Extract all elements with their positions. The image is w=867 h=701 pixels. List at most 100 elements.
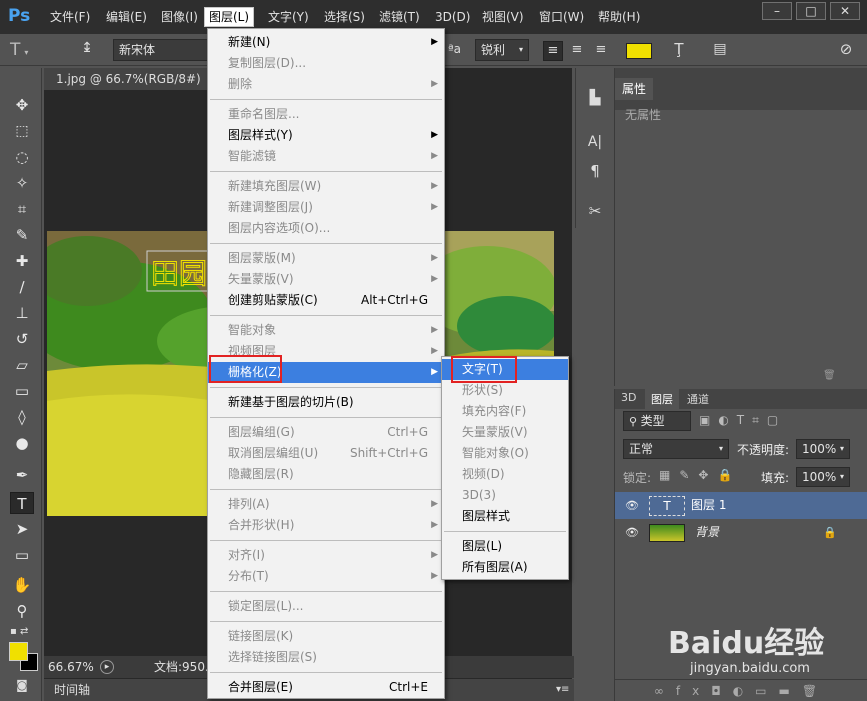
eyedropper-tool-icon[interactable]: ✎ xyxy=(10,224,34,246)
layer-menu-item[interactable]: 新建(N) ▶ xyxy=(208,32,444,53)
menu-0[interactable]: 文件(F) xyxy=(50,8,90,26)
layers-footer-icons[interactable]: ∞fx◘◐▭▬🗑 xyxy=(615,679,867,701)
tab-properties[interactable]: 属性 xyxy=(615,78,654,100)
layer-row-text[interactable]: 👁 T 图层 1 xyxy=(615,492,867,519)
font-family-field[interactable]: 新宋体 xyxy=(113,39,208,61)
layer-menu-item[interactable]: 新建调整图层(J) ▶ xyxy=(208,197,444,218)
tab-channels[interactable]: 通道 xyxy=(687,391,709,407)
menu-10[interactable]: 帮助(H) xyxy=(598,8,640,26)
layer-menu-item[interactable]: 删除 ▶ xyxy=(208,74,444,95)
rasterize-submenu-item[interactable]: 图层样式 xyxy=(442,506,568,527)
layer-menu-item[interactable]: 对齐(I) ▶ xyxy=(208,545,444,566)
layer-menu-item[interactable]: 智能滤镜 ▶ xyxy=(208,146,444,167)
rasterize-submenu-item[interactable]: 所有图层(A) xyxy=(442,557,568,578)
swap-colors-icon[interactable]: ▪ ⇄ xyxy=(10,626,34,638)
history-brush-tool-icon[interactable]: ↺ xyxy=(10,328,34,350)
gradient-tool-icon[interactable]: ▭ xyxy=(10,380,34,402)
magic-wand-tool-icon[interactable]: ✧ xyxy=(10,172,34,194)
zoom-tool-icon[interactable]: ⚲ xyxy=(10,600,34,622)
warp-text-icon[interactable]: Ţ xyxy=(668,40,690,62)
text-color-swatch[interactable] xyxy=(626,43,652,59)
dodge-tool-icon[interactable]: ● xyxy=(10,432,34,454)
lasso-tool-icon[interactable]: ◌ xyxy=(10,146,34,168)
menu-4[interactable]: 文字(Y) xyxy=(268,8,309,26)
layer-row-background[interactable]: 👁 背景 🔒 xyxy=(615,519,867,546)
layer-menu-item[interactable]: 图层样式(Y) ▶ xyxy=(208,125,444,146)
marquee-tool-icon[interactable]: ⬚ xyxy=(10,120,34,142)
layer-menu-item[interactable]: 矢量蒙版(V) ▶ xyxy=(208,269,444,290)
menu-9[interactable]: 窗口(W) xyxy=(539,8,584,26)
rasterize-submenu-item[interactable]: 形状(S) xyxy=(442,380,568,401)
history-panel-icon[interactable]: ▙ xyxy=(584,90,606,112)
rasterize-submenu-item[interactable]: 智能对象(O) xyxy=(442,443,568,464)
eraser-tool-icon[interactable]: ▱ xyxy=(10,354,34,376)
blend-mode-select[interactable]: 正常 ▾ xyxy=(623,439,729,459)
layer-menu-item[interactable]: 图层蒙版(M) ▶ xyxy=(208,248,444,269)
menu-5[interactable]: 选择(S) xyxy=(324,8,365,26)
layer-menu-item[interactable]: 分布(T) ▶ xyxy=(208,566,444,587)
rasterize-submenu-item[interactable]: 视频(D) xyxy=(442,464,568,485)
layer-menu-item[interactable]: 锁定图层(L)... xyxy=(208,596,444,617)
text-orientation-icon[interactable]: ↨ xyxy=(76,40,98,60)
menu-3[interactable]: 图层(L) xyxy=(204,7,255,27)
type-tool-icon[interactable]: T xyxy=(10,492,34,514)
document-tab[interactable]: 1.jpg @ 66.7%(RGB/8#) xyxy=(44,68,209,90)
rasterize-submenu-item[interactable]: 图层(L) xyxy=(442,536,568,557)
rasterize-submenu-item[interactable]: 矢量蒙版(V) xyxy=(442,422,568,443)
quick-mask-icon[interactable]: ◙ xyxy=(12,678,32,696)
opacity-field[interactable]: 100% ▾ xyxy=(796,439,850,459)
menu-6[interactable]: 滤镜(T) xyxy=(379,8,420,26)
cancel-icon[interactable]: ⊘ xyxy=(836,40,856,60)
pen-tool-icon[interactable]: ✒ xyxy=(10,464,34,486)
hand-tool-icon[interactable]: ✋ xyxy=(10,574,34,596)
character-panel-icon[interactable]: ▤ xyxy=(709,41,731,63)
brush-tool-icon[interactable]: ∕ xyxy=(10,276,34,298)
layer-menu-item[interactable]: 图层内容选项(O)... xyxy=(208,218,444,239)
close-window-button[interactable]: ✕ xyxy=(830,2,860,20)
blur-tool-icon[interactable]: ◊ xyxy=(10,406,34,428)
align-center-icon[interactable]: ≡ xyxy=(567,41,587,61)
rasterize-submenu-item[interactable]: 填充内容(F) xyxy=(442,401,568,422)
eye-icon[interactable]: 👁 xyxy=(625,492,639,519)
layer-menu-item[interactable]: 新建填充图层(W) ▶ xyxy=(208,176,444,197)
layer-filter-icons[interactable]: ▣◐T⌗▢ xyxy=(699,413,859,431)
layer-menu-item[interactable]: 新建基于图层的切片(B) xyxy=(208,392,444,413)
align-left-icon[interactable]: ≡ xyxy=(543,41,563,61)
healing-brush-tool-icon[interactable]: ✚ xyxy=(10,250,34,272)
paragraph-panel-icon[interactable]: ¶ xyxy=(584,162,606,184)
layer-menu-item[interactable]: 复制图层(D)... xyxy=(208,53,444,74)
tool-presets-icon[interactable]: ✂ xyxy=(584,202,606,224)
panel-menu-icon[interactable]: ▾≡ xyxy=(556,679,569,701)
layer-menu-item[interactable]: 图层编组(G) Ctrl+G xyxy=(208,422,444,443)
status-menu-icon[interactable]: ▸ xyxy=(100,660,114,674)
character-panel-icon[interactable]: A| xyxy=(584,134,606,156)
crop-tool-icon[interactable]: ⌗ xyxy=(10,198,34,220)
layer-menu-item[interactable]: 隐藏图层(R) xyxy=(208,464,444,485)
align-right-icon[interactable]: ≡ xyxy=(591,41,611,61)
layer-menu-item[interactable]: 选择链接图层(S) xyxy=(208,647,444,668)
layer-filter-select[interactable]: ⚲ 类型 xyxy=(623,411,691,431)
menu-1[interactable]: 编辑(E) xyxy=(106,8,147,26)
rectangle-tool-icon[interactable]: ▭ xyxy=(10,544,34,566)
maximize-button[interactable]: □ xyxy=(796,2,826,20)
path-selection-tool-icon[interactable]: ➤ xyxy=(10,518,34,540)
fill-field[interactable]: 100% ▾ xyxy=(796,467,850,487)
menu-8[interactable]: 视图(V) xyxy=(482,8,524,26)
layer-menu-item[interactable]: 取消图层编组(U) Shift+Ctrl+G xyxy=(208,443,444,464)
eye-icon[interactable]: 👁 xyxy=(625,519,639,546)
zoom-level[interactable]: 66.67% xyxy=(48,656,94,678)
menu-7[interactable]: 3D(D) xyxy=(435,8,470,26)
clone-stamp-tool-icon[interactable]: ⊥ xyxy=(10,302,34,324)
foreground-color-swatch[interactable] xyxy=(9,642,28,661)
layer-menu-item[interactable]: 智能对象 ▶ xyxy=(208,320,444,341)
layer-menu-item[interactable]: 合并形状(H) ▶ xyxy=(208,515,444,536)
layer-menu-item[interactable]: 排列(A) ▶ xyxy=(208,494,444,515)
trash-icon[interactable]: 🗑 xyxy=(823,370,837,382)
rasterize-submenu-item[interactable]: 3D(3) xyxy=(442,485,568,506)
move-tool-icon[interactable]: ✥ xyxy=(10,94,34,116)
anti-alias-select[interactable]: 锐利 ▾ xyxy=(475,39,529,61)
menu-2[interactable]: 图像(I) xyxy=(161,8,198,26)
text-tool-preset[interactable]: T ▾ xyxy=(10,39,46,61)
layer-menu-item[interactable]: 创建剪贴蒙版(C) Alt+Ctrl+G xyxy=(208,290,444,311)
layer-menu-item[interactable]: 链接图层(K) xyxy=(208,626,444,647)
